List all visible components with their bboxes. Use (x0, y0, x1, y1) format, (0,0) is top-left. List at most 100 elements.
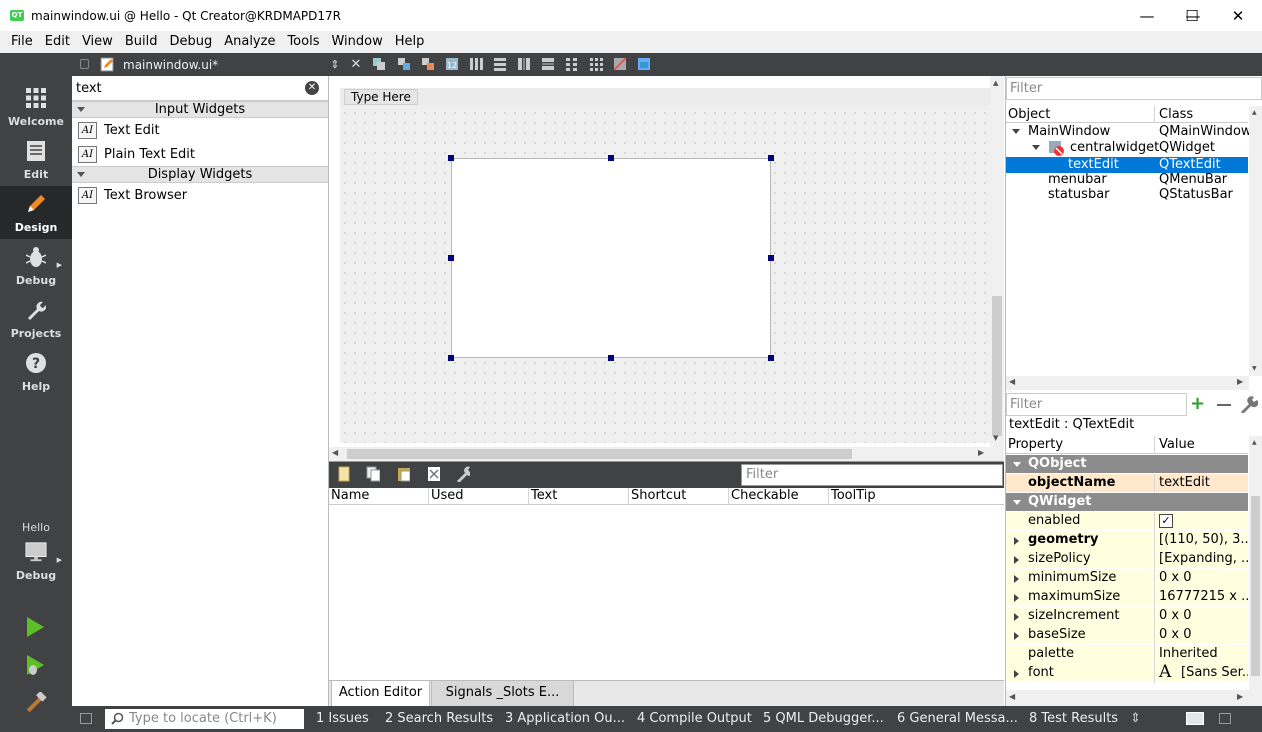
add-property-icon[interactable]: + (1190, 395, 1205, 413)
property-value[interactable]: 0 x 0 (1159, 607, 1248, 625)
property-value[interactable]: 16777215 x ... (1159, 588, 1248, 606)
text-edit-widget[interactable] (451, 158, 771, 358)
widget-filter-field[interactable]: text ✕ (72, 76, 328, 101)
property-row-objectname[interactable]: objectName textEdit (1006, 474, 1248, 493)
more-panes-arrows-icon[interactable]: ⇕ (1130, 706, 1141, 732)
menu-help[interactable]: Help (389, 31, 431, 53)
property-row-maximumsize[interactable]: maximumSize 16777215 x ... (1006, 588, 1248, 607)
collapse-triangle-icon[interactable] (1013, 462, 1021, 467)
edit-signals-slots-icon[interactable] (397, 57, 411, 71)
object-horizontal-scrollbar[interactable]: ◀ ▶ (1006, 376, 1249, 390)
tree-row-statusbar[interactable]: statusbar QStatusBar (1006, 187, 1248, 203)
tab-action-editor[interactable]: Action Editor (331, 681, 430, 707)
expand-triangle-icon[interactable] (1014, 556, 1019, 564)
expand-triangle-icon[interactable] (1014, 575, 1019, 583)
property-value[interactable]: 0 x 0 (1159, 626, 1248, 644)
mode-design[interactable]: Design (0, 186, 72, 239)
open-document-tab[interactable]: mainwindow.ui* (100, 53, 218, 76)
column-header-text[interactable]: Text (529, 488, 629, 505)
document-list-arrows-icon[interactable]: ⇕ (328, 57, 342, 71)
action-filter-input[interactable]: Filter (741, 464, 1003, 486)
close-document-icon[interactable]: ✕ (349, 57, 363, 72)
form-canvas[interactable]: Type Here (340, 88, 990, 443)
remove-property-icon[interactable] (1217, 404, 1231, 406)
column-header-tooltip[interactable]: ToolTip (829, 488, 1004, 505)
enabled-checkbox[interactable]: ✓ (1159, 514, 1173, 528)
object-filter-input[interactable]: Filter (1006, 77, 1262, 100)
edit-tab-order-icon[interactable]: 12 (445, 57, 459, 71)
menu-debug[interactable]: Debug (163, 31, 218, 53)
expand-triangle-icon[interactable] (1014, 613, 1019, 621)
property-row-geometry[interactable]: geometry [(110, 50), 3... (1006, 531, 1248, 550)
menu-edit[interactable]: Edit (39, 31, 76, 53)
delete-action-icon[interactable] (426, 467, 440, 481)
column-header-property[interactable]: Property (1008, 437, 1063, 452)
widget-item-text-edit[interactable]: AI Text Edit (72, 118, 328, 142)
expand-triangle-icon[interactable] (1014, 670, 1019, 678)
pane-compile-output[interactable]: 4 Compile Output (637, 706, 752, 732)
edit-buddies-icon[interactable] (421, 57, 435, 71)
mode-edit[interactable]: Edit (0, 133, 72, 186)
object-vertical-scrollbar[interactable]: ▲ ▼ (1249, 106, 1262, 376)
resize-handle[interactable] (768, 155, 774, 161)
locator-input[interactable]: Type to locate (Ctrl+K) (105, 709, 304, 729)
scroll-up-arrow-icon[interactable]: ▲ (1252, 439, 1257, 446)
tree-row-centralwidget[interactable]: centralwidget QWidget (1006, 140, 1248, 156)
scrollbar-thumb[interactable] (347, 449, 852, 459)
property-value[interactable]: textEdit (1159, 474, 1248, 492)
collapse-triangle-icon[interactable] (1013, 500, 1021, 505)
menu-analyze[interactable]: Analyze (218, 31, 281, 53)
expand-triangle-icon[interactable] (1032, 145, 1040, 150)
menu-view[interactable]: View (76, 31, 119, 53)
widget-item-text-browser[interactable]: AI Text Browser (72, 183, 328, 207)
property-value[interactable]: 0 x 0 (1159, 569, 1248, 587)
close-window-button[interactable]: ✕ (1215, 0, 1261, 31)
toggle-right-sidebar-icon[interactable] (1219, 713, 1231, 724)
scroll-left-arrow-icon[interactable]: ◀ (1009, 692, 1015, 701)
run-button[interactable] (25, 616, 45, 642)
column-header-name[interactable]: Name (329, 488, 429, 505)
form-vertical-scrollbar[interactable]: ▲ ▼ (990, 76, 1004, 461)
property-value[interactable]: [(110, 50), 3... (1159, 531, 1248, 549)
copy-action-icon[interactable] (366, 466, 380, 482)
menu-window[interactable]: Window (325, 31, 388, 53)
expand-triangle-icon[interactable] (1014, 632, 1019, 640)
layout-vsplitter-icon[interactable] (541, 57, 555, 71)
property-value[interactable]: Inherited (1159, 645, 1248, 663)
menu-tools[interactable]: Tools (281, 31, 325, 53)
tree-row-menubar[interactable]: menubar QMenuBar (1006, 172, 1248, 188)
new-action-icon[interactable] (337, 466, 351, 482)
column-header-object[interactable]: Object (1008, 107, 1050, 122)
category-input-widgets[interactable]: Input Widgets (72, 101, 328, 118)
property-value[interactable]: [Sans Ser... (1181, 664, 1248, 682)
property-group-qwidget[interactable]: QWidget (1006, 493, 1248, 512)
toggle-sidebar-icon[interactable] (80, 713, 92, 724)
column-header-used[interactable]: Used (429, 488, 529, 505)
menu-build[interactable]: Build (119, 31, 164, 53)
column-header-class[interactable]: Class (1159, 107, 1193, 122)
mode-debug[interactable]: Debug ▶ (0, 239, 72, 292)
tree-row-textedit[interactable]: textEdit QTextEdit (1006, 157, 1248, 173)
layout-grid-icon[interactable] (589, 57, 603, 71)
scrollbar-thumb[interactable] (1251, 496, 1260, 676)
scroll-down-arrow-icon[interactable]: ▼ (1252, 365, 1257, 372)
scroll-right-arrow-icon[interactable]: ▶ (978, 448, 984, 457)
maximize-button[interactable]: ☐ (1169, 0, 1215, 31)
minimize-button[interactable]: — (1124, 0, 1170, 31)
scroll-right-arrow-icon[interactable]: ▶ (1237, 377, 1243, 386)
property-vertical-scrollbar[interactable]: ▲ (1249, 436, 1262, 690)
expand-triangle-icon[interactable] (1014, 594, 1019, 602)
column-header-checkable[interactable]: Checkable (729, 488, 829, 505)
resize-handle[interactable] (608, 155, 614, 161)
category-display-widgets[interactable]: Display Widgets (72, 166, 328, 183)
expand-triangle-icon[interactable] (1012, 129, 1020, 134)
paste-action-icon[interactable] (396, 467, 410, 482)
tree-row-mainwindow[interactable]: MainWindow QMainWindow (1006, 124, 1252, 140)
scroll-down-arrow-icon[interactable]: ▼ (993, 434, 998, 442)
toggle-output-pane-icon[interactable] (1186, 712, 1204, 725)
pane-issues[interactable]: 1 Issues (316, 706, 369, 732)
resize-handle[interactable] (768, 355, 774, 361)
form-horizontal-scrollbar[interactable]: ◀ ▶ (329, 447, 990, 461)
type-here-menu[interactable]: Type Here (344, 89, 418, 105)
layout-hsplitter-icon[interactable] (517, 57, 531, 71)
